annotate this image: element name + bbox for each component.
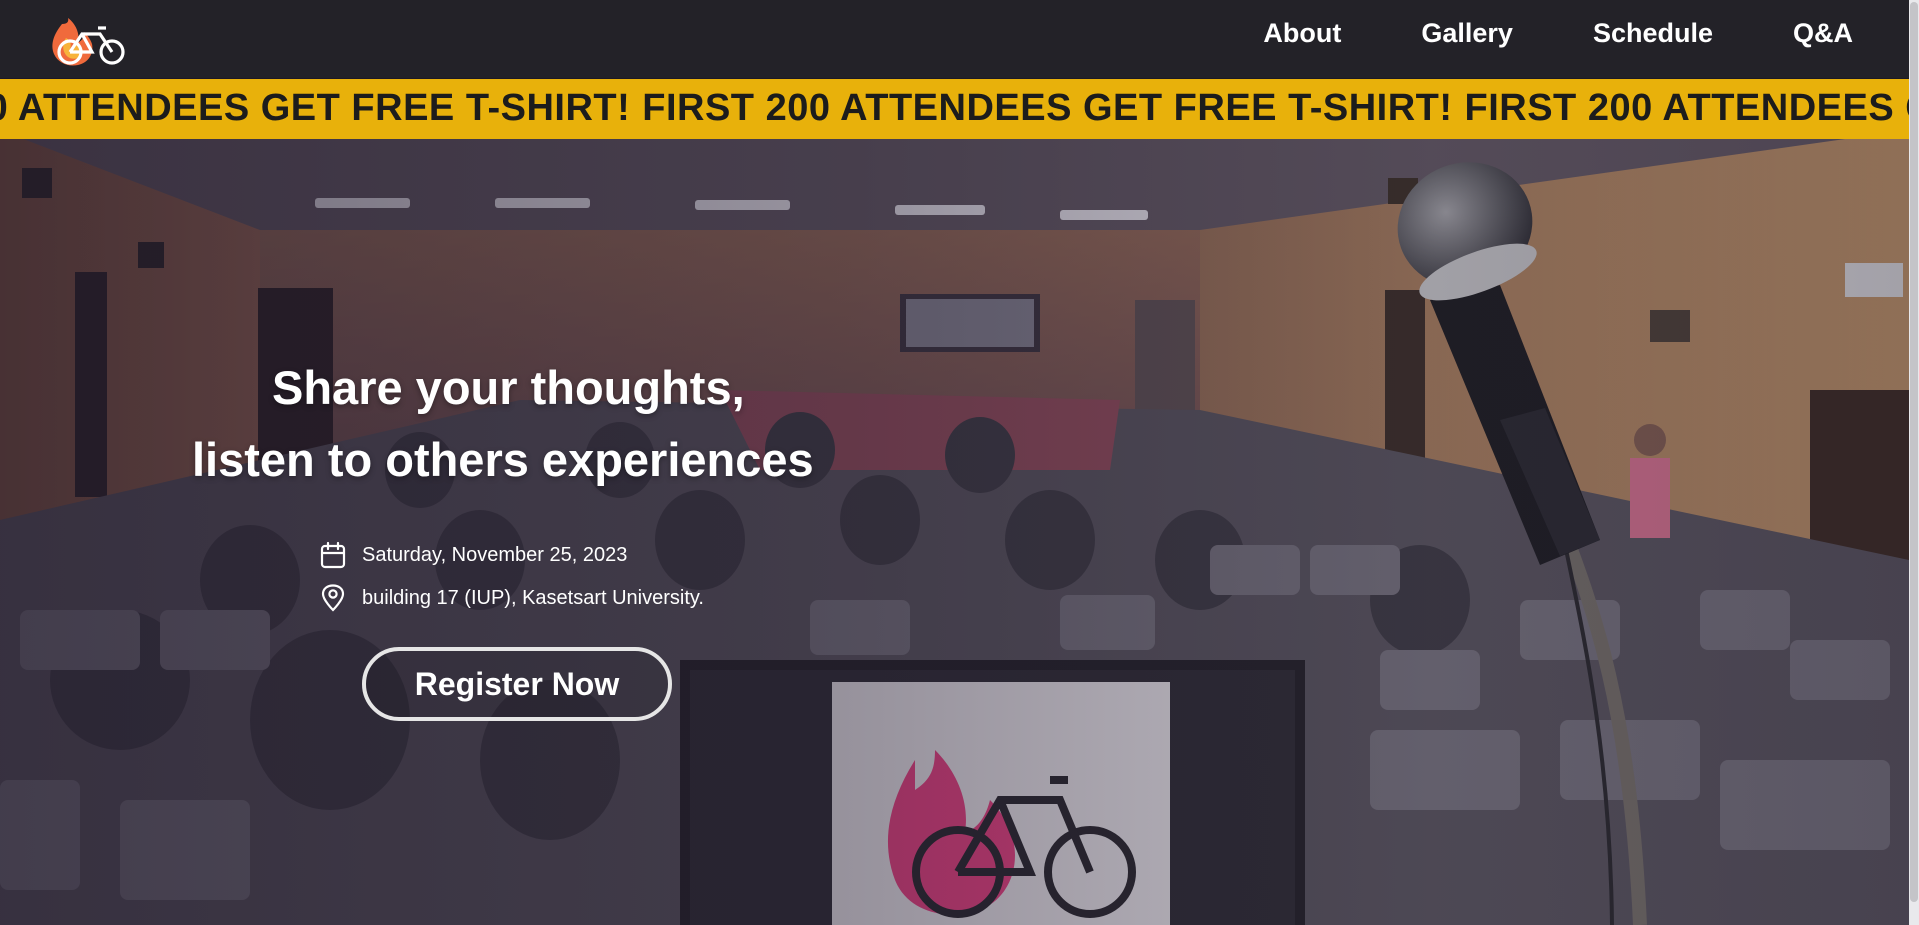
map-pin-icon [321,584,345,612]
nav-link-qa[interactable]: Q&A [1793,18,1853,49]
page-scrollbar[interactable] [1909,0,1919,925]
event-location-text: building 17 (IUP), Kasetsart University. [362,586,704,609]
marquee-track: FIRST 200 ATTENDEES GET FREE T-SHIRT! FI… [0,87,1909,130]
marquee-text: FIRST 200 ATTENDEES GET FREE T-SHIRT! [642,87,1453,129]
main-nav: About Gallery Schedule Q&A [1263,18,1853,49]
nav-link-schedule[interactable]: Schedule [1593,18,1713,49]
scrollbar-thumb[interactable] [1910,2,1918,902]
register-now-button[interactable]: Register Now [362,647,672,721]
hero-headline: Share your thoughts, listen to others ex… [192,352,912,496]
announcement-marquee: FIRST 200 ATTENDEES GET FREE T-SHIRT! FI… [0,79,1909,139]
page: About Gallery Schedule Q&A FIRST 200 ATT… [0,0,1919,925]
marquee-text: FIRST 200 ATTENDEES GET FREE T-SHIRT! [0,87,631,129]
nav-link-gallery[interactable]: Gallery [1421,18,1513,49]
nav-link-about[interactable]: About [1263,18,1341,49]
event-date-text: Saturday, November 25, 2023 [362,543,628,566]
calendar-icon [320,541,346,569]
event-location: building 17 (IUP), Kasetsart University. [320,584,704,612]
navbar: About Gallery Schedule Q&A [0,0,1909,78]
hero-headline-line-2: listen to others experiences [192,433,814,486]
hero-headline-line-1: Share your thoughts, [272,361,745,414]
marquee-text: FIRST 200 ATTENDEES GET FREE T-SHIRT! [1464,87,1910,129]
event-date: Saturday, November 25, 2023 [320,541,627,569]
flame-bicycle-logo-icon[interactable] [48,10,128,70]
